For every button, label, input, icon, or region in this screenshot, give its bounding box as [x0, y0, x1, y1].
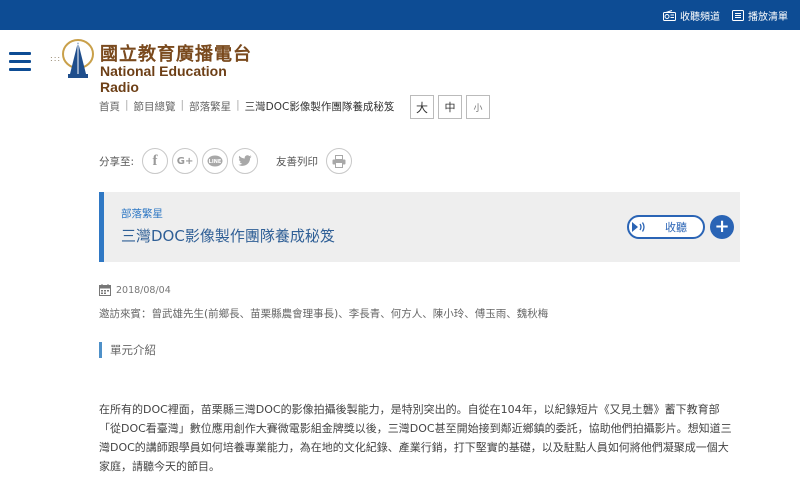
listen-label: 收聽: [665, 221, 687, 234]
svg-text:LINE: LINE: [209, 159, 222, 165]
logo-emblem-icon: [62, 39, 94, 78]
print-button[interactable]: [326, 148, 353, 174]
section-paragraph: 在所有的DOC裡面，苗栗縣三灣DOC的影像拍攝後製能力，是特別突出的。自從在10…: [99, 403, 732, 473]
calendar-icon: [99, 284, 111, 296]
font-size-medium-button[interactable]: 中: [438, 95, 462, 119]
playlist-label: 播放清單: [748, 12, 788, 23]
listen-button[interactable]: 收聽: [627, 215, 705, 239]
add-to-playlist-button[interactable]: +: [710, 215, 734, 239]
radio-icon: [663, 10, 676, 21]
episode-date-text: 2018/08/04: [116, 284, 171, 296]
site-logo[interactable]: ::: 國立教育廣播電台 National Education Radio: [50, 38, 265, 95]
breadcrumb-home[interactable]: 首頁: [99, 99, 120, 114]
share-bar: 分享至: f G+ LINE 友善列印: [99, 148, 356, 174]
line-icon: LINE: [207, 155, 223, 166]
speaker-icon: [631, 218, 649, 236]
top-bar: 收聽頻道 播放清單: [0, 0, 800, 30]
google-plus-share-button[interactable]: G+: [172, 148, 199, 174]
playlist-icon: [732, 10, 744, 21]
breadcrumb-programs[interactable]: 節目總覽: [134, 99, 176, 114]
program-banner: 部落繁星 三灣DOC影像製作團隊養成秘笈 收聽 +: [99, 192, 740, 262]
share-label: 分享至:: [99, 155, 135, 168]
program-category[interactable]: 部落繁星: [121, 206, 163, 221]
top-links: 收聽頻道 播放清單: [663, 8, 788, 23]
episode-date: 2018/08/04: [99, 284, 171, 296]
menu-icon[interactable]: [9, 52, 31, 72]
printer-icon: [332, 154, 346, 168]
logo-name-en: National Education Radio: [100, 63, 227, 95]
twitter-share-button[interactable]: [232, 148, 259, 174]
line-share-button[interactable]: LINE: [202, 148, 229, 174]
playlist-link[interactable]: 播放清單: [732, 8, 788, 23]
section-heading: 單元介紹: [99, 342, 156, 358]
facebook-share-button[interactable]: f: [142, 148, 169, 174]
breadcrumb-current: 三灣DOC影像製作團隊養成秘笈: [244, 101, 395, 113]
twitter-icon: [238, 155, 252, 166]
breadcrumb-separator: |: [236, 99, 240, 111]
breadcrumb: 首頁 | 節目總覽 | 部落繁星 | 三灣DOC影像製作團隊養成秘笈: [99, 99, 394, 114]
google-plus-icon: G+: [176, 155, 194, 167]
listen-channel-link[interactable]: 收聽頻道: [663, 8, 720, 23]
facebook-icon: f: [152, 152, 158, 169]
plus-icon: +: [714, 216, 730, 237]
episode-guests: 邀訪來賓：曾武雄先生(前鄉長、苗栗縣農會理事長)、李長青、何方人、陳小玲、傅玉雨…: [99, 308, 549, 320]
print-label: 友善列印: [276, 155, 319, 168]
font-size-large-button[interactable]: 大: [410, 95, 434, 119]
breadcrumb-separator: |: [125, 99, 129, 111]
font-size-controls: 大 中 小: [410, 95, 490, 119]
breadcrumb-category[interactable]: 部落繁星: [189, 99, 231, 114]
font-size-small-button[interactable]: 小: [466, 95, 490, 119]
listen-channel-label: 收聽頻道: [680, 12, 720, 23]
breadcrumb-separator: |: [180, 99, 185, 111]
site-header: ::: 國立教育廣播電台 National Education Radio: [0, 30, 800, 95]
program-title: 三灣DOC影像製作團隊養成秘笈: [121, 227, 335, 245]
